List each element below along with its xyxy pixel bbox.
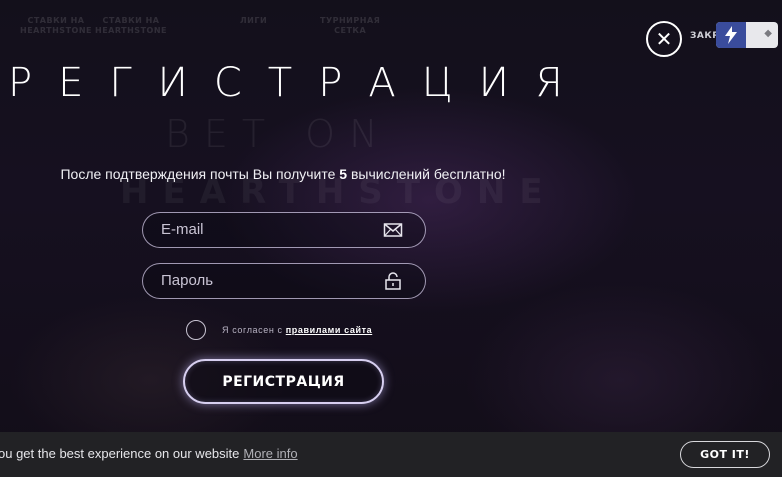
nav-item-3[interactable]: ЛИГИ: [240, 16, 267, 26]
terms-link[interactable]: правилами сайта: [286, 325, 372, 335]
email-field[interactable]: [142, 212, 426, 248]
envelope-icon: [383, 223, 403, 237]
unlock-icon: [385, 272, 401, 290]
page-title: РЕГИСТРАЦИЯ: [8, 60, 589, 106]
nav-item-1[interactable]: СТАВКИ НА HEARTHSTONE: [20, 16, 92, 36]
terms-checkbox[interactable]: [186, 320, 206, 340]
register-button[interactable]: РЕГИСТРАЦИЯ: [183, 359, 384, 404]
close-icon: ✕: [655, 27, 673, 51]
cookie-text: ou get the best experience on our websit…: [0, 446, 240, 461]
subtitle-after: вычислений бесплатно!: [347, 166, 506, 182]
browser-extension-badge[interactable]: ◆: [716, 22, 778, 48]
cookie-message: ou get the best experience on our websit…: [0, 446, 298, 461]
password-field[interactable]: [142, 263, 426, 299]
nav-item-4[interactable]: ТУРНИРНАЯ СЕТКА: [320, 16, 380, 36]
cookie-more-info-link[interactable]: More info: [243, 446, 297, 461]
cookie-accept-button[interactable]: GOT IT!: [680, 441, 770, 468]
registration-subtitle: После подтверждения почты Вы получите 5 …: [0, 166, 566, 182]
background-bet-on-text: BET ON: [165, 112, 392, 156]
extension-arrow-icon: ◆: [764, 28, 772, 39]
lightning-bolt-icon: [716, 22, 746, 48]
subtitle-before: После подтверждения почты Вы получите: [60, 166, 340, 182]
email-input[interactable]: [161, 213, 381, 246]
terms-text: Я согласен с правилами сайта: [222, 325, 372, 335]
free-calculations-count: 5: [339, 166, 348, 182]
close-label[interactable]: ЗАКР: [690, 31, 719, 41]
terms-agreement: Я согласен с правилами сайта: [186, 320, 446, 342]
password-input[interactable]: [161, 264, 381, 297]
close-button[interactable]: ✕: [646, 21, 682, 57]
cookie-banner: ou get the best experience on our websit…: [0, 432, 782, 477]
terms-label: Я согласен с: [222, 325, 286, 335]
nav-item-2[interactable]: СТАВКИ НА HEARTHSTONE: [95, 16, 167, 36]
